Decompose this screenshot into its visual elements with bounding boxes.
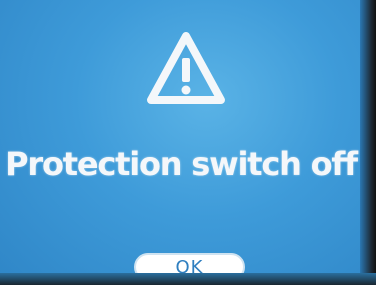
- alert-message: Protection switch off: [5, 145, 358, 183]
- screen-bezel-right: [360, 0, 376, 285]
- warning-triangle-icon: [147, 32, 225, 104]
- screen-bezel-bottom: [0, 273, 376, 285]
- alert-screen: Protection switch off OK: [0, 0, 376, 285]
